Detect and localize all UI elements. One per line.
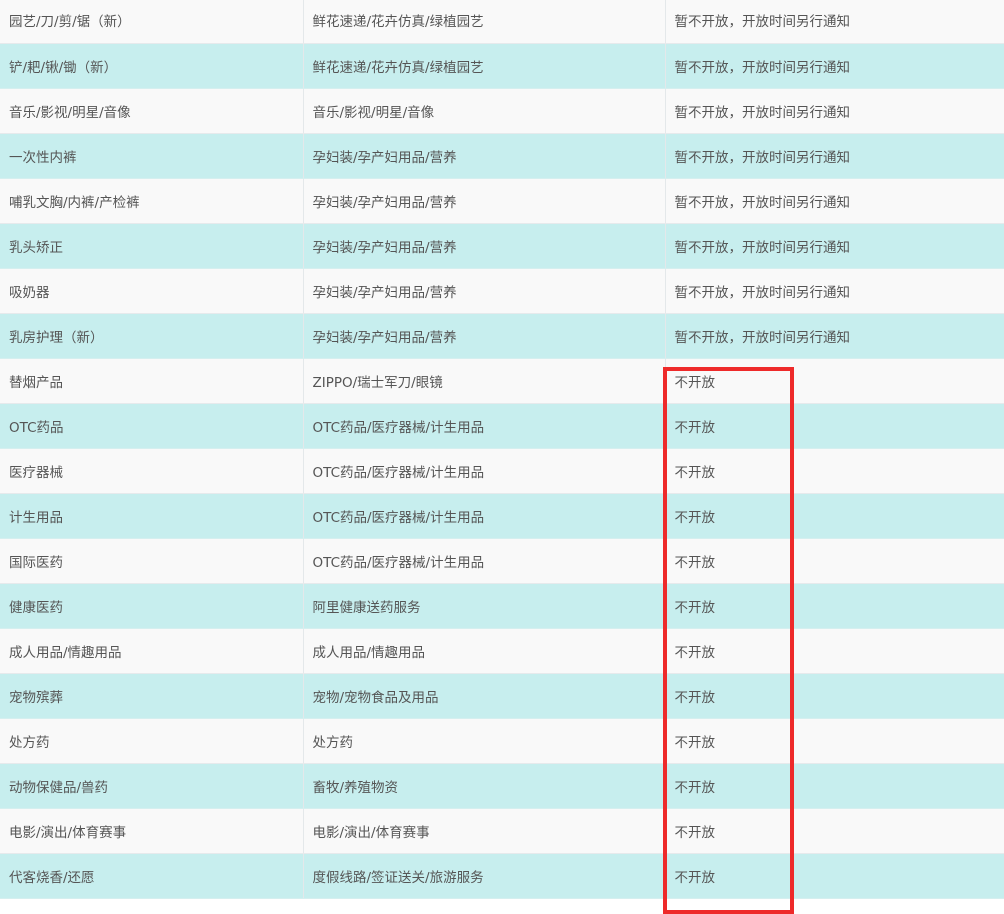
- table-row: 宠物殡葬 宠物/宠物食品及用品 不开放: [0, 673, 1004, 719]
- category-cell: 医疗器械: [0, 448, 304, 494]
- industry-cell: 处方药: [303, 718, 666, 764]
- table-row: 计生用品 OTC药品/医疗器械/计生用品 不开放: [0, 493, 1004, 539]
- industry-cell: OTC药品/医疗器械/计生用品: [303, 448, 666, 494]
- status-cell: 暂不开放，开放时间另行通知: [665, 0, 1004, 44]
- industry-cell: 孕妇装/孕产妇用品/营养: [303, 178, 666, 224]
- table-row: 医疗器械 OTC药品/医疗器械/计生用品 不开放: [0, 448, 1004, 494]
- industry-cell: 成人用品/情趣用品: [303, 628, 666, 674]
- industry-cell: 畜牧/养殖物资: [303, 763, 666, 809]
- status-cell: 不开放: [665, 538, 1004, 584]
- table-row: 乳头矫正 孕妇装/孕产妇用品/营养 暂不开放，开放时间另行通知: [0, 223, 1004, 269]
- industry-cell: OTC药品/医疗器械/计生用品: [303, 493, 666, 539]
- industry-cell: 电影/演出/体育赛事: [303, 808, 666, 854]
- status-cell: 不开放: [665, 358, 1004, 404]
- status-cell: 暂不开放，开放时间另行通知: [665, 223, 1004, 269]
- status-cell: 暂不开放，开放时间另行通知: [665, 43, 1004, 89]
- category-cell: 动物保健品/兽药: [0, 763, 304, 809]
- industry-cell: OTC药品/医疗器械/计生用品: [303, 538, 666, 584]
- industry-cell: 度假线路/签证送关/旅游服务: [303, 853, 666, 899]
- table-row: 乳房护理（新） 孕妇装/孕产妇用品/营养 暂不开放，开放时间另行通知: [0, 313, 1004, 359]
- industry-cell: 鲜花速递/花卉仿真/绿植园艺: [303, 43, 666, 89]
- status-cell: 不开放: [665, 763, 1004, 809]
- category-cell: 一次性内裤: [0, 133, 304, 179]
- category-cell: OTC药品: [0, 403, 304, 449]
- category-cell: 吸奶器: [0, 268, 304, 314]
- industry-cell: 孕妇装/孕产妇用品/营养: [303, 133, 666, 179]
- status-cell: 不开放: [665, 583, 1004, 629]
- industry-cell: 鲜花速递/花卉仿真/绿植园艺: [303, 0, 666, 44]
- status-cell: 暂不开放，开放时间另行通知: [665, 178, 1004, 224]
- table-row: 铲/耙/锹/锄（新） 鲜花速递/花卉仿真/绿植园艺 暂不开放，开放时间另行通知: [0, 43, 1004, 89]
- category-cell: 国际医药: [0, 538, 304, 584]
- table-row: 音乐/影视/明星/音像 音乐/影视/明星/音像 暂不开放，开放时间另行通知: [0, 88, 1004, 134]
- category-cell: 铲/耙/锹/锄（新）: [0, 43, 304, 89]
- table-row: 国际医药 OTC药品/医疗器械/计生用品 不开放: [0, 538, 1004, 584]
- category-cell: 乳房护理（新）: [0, 313, 304, 359]
- table-row: 健康医药 阿里健康送药服务 不开放: [0, 583, 1004, 629]
- industry-cell: 孕妇装/孕产妇用品/营养: [303, 223, 666, 269]
- table-row: 电影/演出/体育赛事 电影/演出/体育赛事 不开放: [0, 808, 1004, 854]
- status-cell: 不开放: [665, 808, 1004, 854]
- category-restrictions-page: 园艺/刀/剪/锯（新） 鲜花速递/花卉仿真/绿植园艺 暂不开放，开放时间另行通知…: [0, 0, 1004, 914]
- category-cell: 园艺/刀/剪/锯（新）: [0, 0, 304, 44]
- industry-cell: 音乐/影视/明星/音像: [303, 88, 666, 134]
- status-cell: 不开放: [665, 853, 1004, 899]
- status-cell: 暂不开放，开放时间另行通知: [665, 313, 1004, 359]
- status-cell: 不开放: [665, 493, 1004, 539]
- category-cell: 计生用品: [0, 493, 304, 539]
- table-row: 一次性内裤 孕妇装/孕产妇用品/营养 暂不开放，开放时间另行通知: [0, 133, 1004, 179]
- category-cell: 处方药: [0, 718, 304, 764]
- table-row: OTC药品 OTC药品/医疗器械/计生用品 不开放: [0, 403, 1004, 449]
- status-cell: 暂不开放，开放时间另行通知: [665, 133, 1004, 179]
- industry-cell: 宠物/宠物食品及用品: [303, 673, 666, 719]
- category-cell: 替烟产品: [0, 358, 304, 404]
- industry-cell: OTC药品/医疗器械/计生用品: [303, 403, 666, 449]
- table-row: 吸奶器 孕妇装/孕产妇用品/营养 暂不开放，开放时间另行通知: [0, 268, 1004, 314]
- status-cell: 不开放: [665, 628, 1004, 674]
- status-cell: 不开放: [665, 718, 1004, 764]
- industry-cell: 孕妇装/孕产妇用品/营养: [303, 313, 666, 359]
- status-cell: 暂不开放，开放时间另行通知: [665, 268, 1004, 314]
- category-cell: 成人用品/情趣用品: [0, 628, 304, 674]
- category-cell: 音乐/影视/明星/音像: [0, 88, 304, 134]
- category-cell: 健康医药: [0, 583, 304, 629]
- table-row: 动物保健品/兽药 畜牧/养殖物资 不开放: [0, 763, 1004, 809]
- category-cell: 电影/演出/体育赛事: [0, 808, 304, 854]
- category-cell: 乳头矫正: [0, 223, 304, 269]
- category-cell: 哺乳文胸/内裤/产检裤: [0, 178, 304, 224]
- category-table: 园艺/刀/剪/锯（新） 鲜花速递/花卉仿真/绿植园艺 暂不开放，开放时间另行通知…: [0, 0, 1004, 899]
- table-row: 成人用品/情趣用品 成人用品/情趣用品 不开放: [0, 628, 1004, 674]
- table-row: 替烟产品 ZIPPO/瑞士军刀/眼镜 不开放: [0, 358, 1004, 404]
- status-cell: 不开放: [665, 403, 1004, 449]
- table-row: 园艺/刀/剪/锯（新） 鲜花速递/花卉仿真/绿植园艺 暂不开放，开放时间另行通知: [0, 0, 1004, 44]
- table-row: 哺乳文胸/内裤/产检裤 孕妇装/孕产妇用品/营养 暂不开放，开放时间另行通知: [0, 178, 1004, 224]
- status-cell: 暂不开放，开放时间另行通知: [665, 88, 1004, 134]
- industry-cell: 阿里健康送药服务: [303, 583, 666, 629]
- status-cell: 不开放: [665, 673, 1004, 719]
- category-cell: 宠物殡葬: [0, 673, 304, 719]
- table-row: 代客烧香/还愿 度假线路/签证送关/旅游服务 不开放: [0, 853, 1004, 899]
- industry-cell: 孕妇装/孕产妇用品/营养: [303, 268, 666, 314]
- industry-cell: ZIPPO/瑞士军刀/眼镜: [303, 358, 666, 404]
- table-row: 处方药 处方药 不开放: [0, 718, 1004, 764]
- category-cell: 代客烧香/还愿: [0, 853, 304, 899]
- status-cell: 不开放: [665, 448, 1004, 494]
